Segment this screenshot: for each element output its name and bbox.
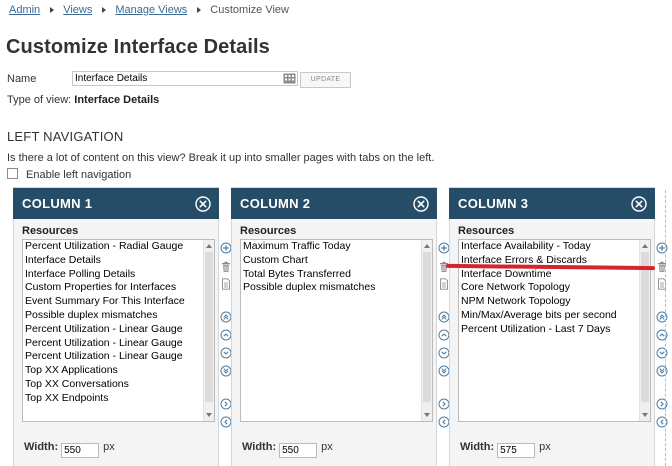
list-item[interactable]: Maximum Traffic Today	[241, 240, 432, 254]
listbox-scrollbar[interactable]	[203, 240, 214, 421]
list-item[interactable]: Min/Max/Average bits per second	[459, 309, 650, 323]
breadcrumb-separator-icon	[50, 6, 55, 13]
list-item[interactable]: Interface Availability - Today	[459, 240, 650, 254]
list-item[interactable]: Percent Utilization - Linear Gauge	[23, 337, 214, 351]
column-title: COLUMN 2	[240, 196, 311, 211]
close-icon[interactable]	[195, 196, 211, 212]
listbox-scrollbar[interactable]	[421, 240, 432, 421]
breadcrumb-separator-icon	[197, 6, 202, 13]
breadcrumb-admin-link[interactable]: Admin	[9, 4, 40, 16]
column-3-panel: COLUMN 3 Resources Interface Availabilit…	[449, 187, 668, 466]
scroll-up-icon[interactable]	[642, 244, 648, 248]
view-name-input[interactable]	[72, 71, 298, 86]
width-label: Width:	[242, 441, 277, 453]
type-of-view: Type of view: Interface Details	[7, 94, 159, 106]
scroll-down-icon[interactable]	[424, 413, 430, 417]
document-icon[interactable]	[656, 278, 668, 290]
list-item[interactable]: Top XX Conversations	[23, 378, 214, 392]
list-item[interactable]: Top XX Endpoints	[23, 392, 214, 406]
enable-left-navigation-label: Enable left navigation	[26, 169, 132, 181]
resources-listbox[interactable]: Percent Utilization - Radial Gauge Interf…	[22, 239, 215, 422]
list-item[interactable]: Custom Properties for Interfaces	[23, 281, 214, 295]
name-label: Name	[7, 73, 37, 85]
chevron-left-icon[interactable]	[656, 416, 668, 428]
column-title: COLUMN 1	[22, 196, 93, 211]
list-item[interactable]: Percent Utilization - Linear Gauge	[23, 323, 214, 337]
type-of-view-label: Type of view:	[7, 94, 75, 106]
breadcrumb-current: Customize View	[210, 4, 289, 16]
width-unit: px	[321, 441, 333, 453]
column-header: COLUMN 1	[13, 188, 219, 219]
width-unit: px	[103, 441, 115, 453]
scrollbar-thumb[interactable]	[205, 252, 213, 402]
left-navigation-hint: Is there a lot of content on this view? …	[7, 152, 435, 164]
resources-label: Resources	[22, 225, 79, 237]
column-width-input[interactable]: 550	[61, 443, 100, 458]
update-button[interactable]: UPDATE	[300, 72, 351, 88]
scrollbar-thumb[interactable]	[423, 252, 431, 402]
column-1-panel: COLUMN 1 Resources Percent Utilization -…	[13, 187, 232, 466]
column-width-input[interactable]: 575	[497, 443, 536, 458]
list-item[interactable]: Percent Utilization - Last 7 Days	[459, 323, 650, 337]
type-of-view-value: Interface Details	[74, 94, 160, 106]
chevron-up-icon[interactable]	[656, 329, 668, 341]
list-item[interactable]: Core Network Topology	[459, 281, 650, 295]
list-item[interactable]: Percent Utilization - Radial Gauge	[23, 240, 214, 254]
keyboard-icon[interactable]	[283, 72, 296, 85]
enable-left-navigation[interactable]: Enable left navigation	[7, 168, 131, 181]
list-item[interactable]: NPM Network Topology	[459, 295, 650, 309]
trash-icon[interactable]	[656, 261, 668, 273]
column-width-input[interactable]: 550	[279, 443, 318, 458]
list-item[interactable]: Event Summary For This Interface	[23, 295, 214, 309]
scroll-down-icon[interactable]	[206, 413, 212, 417]
close-icon[interactable]	[631, 196, 647, 212]
column-title: COLUMN 3	[458, 196, 529, 211]
list-item[interactable]: Custom Chart	[241, 254, 432, 268]
scrollbar-thumb[interactable]	[641, 252, 649, 402]
breadcrumb: Admin Views Manage Views Customize View	[9, 4, 289, 16]
width-label: Width:	[24, 441, 59, 453]
left-navigation-heading: LEFT NAVIGATION	[7, 129, 124, 144]
column-2-panel: COLUMN 2 Resources Maximum Traffic Today…	[231, 187, 450, 466]
double-chevron-up-icon[interactable]	[656, 311, 668, 323]
resources-listbox[interactable]: Maximum Traffic Today Custom Chart Total B…	[240, 239, 433, 422]
breadcrumb-manage-views-link[interactable]: Manage Views	[115, 4, 187, 16]
list-item[interactable]: Percent Utilization - Linear Gauge	[23, 350, 214, 364]
chevron-right-icon[interactable]	[656, 398, 668, 410]
breadcrumb-separator-icon	[102, 6, 107, 13]
add-column-dashed-edge	[665, 190, 666, 466]
scroll-up-icon[interactable]	[206, 244, 212, 248]
column-width-row: Width: 550 px	[24, 441, 115, 458]
list-item[interactable]: Possible duplex mismatches	[241, 281, 432, 295]
plus-circle-icon[interactable]	[656, 242, 668, 254]
list-item[interactable]: Possible duplex mismatches	[23, 309, 214, 323]
breadcrumb-views-link[interactable]: Views	[63, 4, 92, 16]
column-header: COLUMN 3	[449, 188, 655, 219]
column-width-row: Width: 575 px	[460, 441, 551, 458]
enable-left-navigation-checkbox[interactable]	[7, 168, 18, 179]
column-width-row: Width: 550 px	[242, 441, 333, 458]
list-item[interactable]: Top XX Applications	[23, 364, 214, 378]
width-label: Width:	[460, 441, 495, 453]
scroll-down-icon[interactable]	[642, 413, 648, 417]
column-header: COLUMN 2	[231, 188, 437, 219]
resources-label: Resources	[458, 225, 515, 237]
scroll-up-icon[interactable]	[424, 244, 430, 248]
list-item[interactable]: Interface Details	[23, 254, 214, 268]
page-title: Customize Interface Details	[6, 36, 270, 58]
close-icon[interactable]	[413, 196, 429, 212]
resources-label: Resources	[240, 225, 297, 237]
chevron-down-icon[interactable]	[656, 347, 668, 359]
list-item[interactable]: Total Bytes Transferred	[241, 268, 432, 282]
width-unit: px	[539, 441, 551, 453]
list-item[interactable]: Interface Polling Details	[23, 268, 214, 282]
double-chevron-down-icon[interactable]	[656, 365, 668, 377]
